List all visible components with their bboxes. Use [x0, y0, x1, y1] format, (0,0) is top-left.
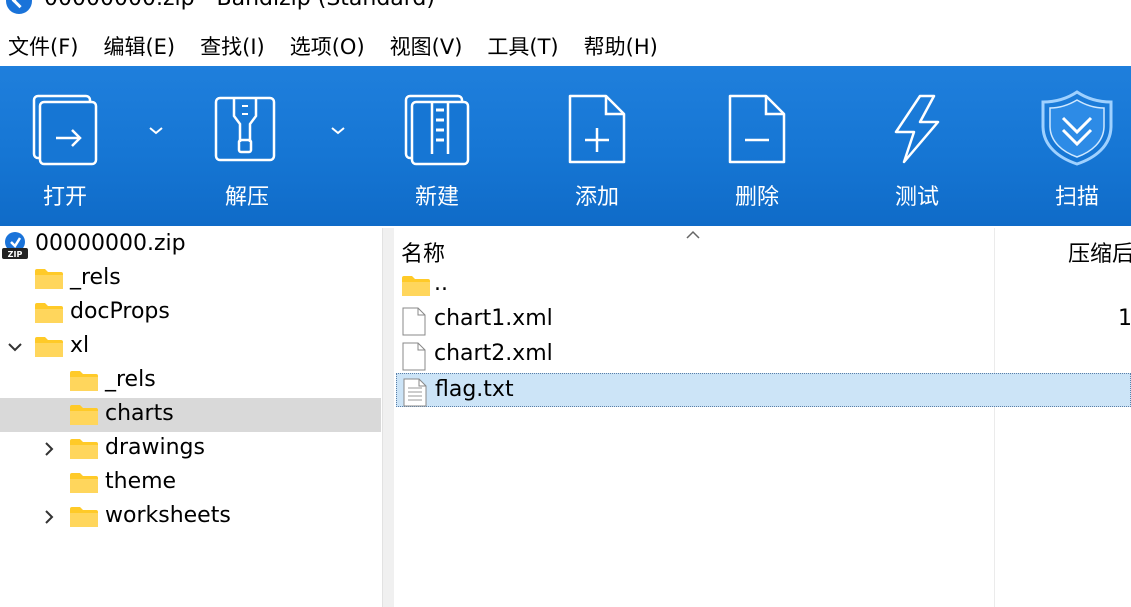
list-row-name: chart2.xml — [434, 341, 553, 366]
list-column-header: 名称 压缩后 — [394, 228, 1131, 268]
list-row-chart1[interactable]: chart1.xml 1 — [396, 303, 1131, 337]
column-packed-header[interactable]: 压缩后 — [1068, 236, 1131, 268]
text-file-icon — [403, 378, 427, 407]
menu-file[interactable]: 文件(F) — [0, 31, 86, 61]
folder-icon — [70, 405, 98, 425]
menu-help[interactable]: 帮助(H) — [576, 31, 666, 61]
menu-options[interactable]: 选项(O) — [282, 31, 373, 61]
bandizip-app-icon — [6, 0, 32, 14]
folder-icon — [35, 269, 63, 289]
extract-zip-icon — [214, 96, 276, 162]
toolbar: 打开 解压 新建 添加 删除 测试 扫描 — [0, 66, 1131, 226]
folder-icon — [70, 371, 98, 391]
folder-icon — [70, 439, 98, 459]
file-icon — [402, 342, 426, 371]
list-row-flag[interactable]: flag.txt — [396, 373, 1131, 407]
scan-button[interactable]: 扫描 — [1012, 66, 1131, 226]
expand-chevron-icon[interactable] — [40, 440, 58, 458]
menu-view[interactable]: 视图(V) — [382, 31, 471, 61]
add-file-icon — [568, 94, 626, 164]
column-name-header[interactable]: 名称 — [401, 236, 445, 268]
open-dropdown-chevron-icon[interactable] — [144, 118, 168, 142]
scan-label: 扫描 — [1054, 185, 1099, 210]
svg-text:ZIP: ZIP — [8, 250, 23, 259]
list-row-parent[interactable]: .. — [396, 268, 1131, 302]
folder-icon — [70, 507, 98, 527]
tree-root-label: 00000000.zip — [35, 231, 186, 256]
title-bar: 00000000.zip - Bandizip (Standard) — [0, 0, 1131, 22]
file-icon — [402, 307, 426, 336]
tree-item-xl[interactable]: xl — [0, 330, 382, 364]
tree-item-label: _rels — [70, 265, 121, 290]
open-label: 打开 — [42, 185, 87, 210]
zip-archive-icon: ZIP — [2, 232, 28, 259]
sort-ascending-icon — [686, 230, 700, 239]
new-archive-button[interactable]: 新建 — [372, 66, 502, 226]
tree-root-item[interactable]: ZIP 00000000.zip — [0, 228, 382, 262]
tree-item-theme[interactable]: theme — [0, 466, 382, 500]
extract-button[interactable]: 解压 — [182, 66, 312, 226]
tree-item-docprops[interactable]: docProps — [0, 296, 382, 330]
list-row-packed-size: 1 — [1118, 306, 1131, 331]
tree-item-drawings[interactable]: drawings — [0, 432, 382, 466]
expand-chevron-icon[interactable] — [40, 508, 58, 526]
add-label: 添加 — [574, 185, 619, 210]
tree-item-label: _rels — [105, 367, 156, 392]
shield-scan-icon — [1041, 90, 1113, 166]
list-row-name: .. — [434, 271, 448, 296]
tree-item-label: docProps — [70, 299, 170, 324]
open-button[interactable]: 打开 — [0, 66, 130, 226]
pane-splitter[interactable] — [382, 228, 394, 607]
lightning-test-icon — [894, 94, 940, 164]
list-row-name: flag.txt — [435, 377, 514, 402]
new-label: 新建 — [414, 185, 459, 210]
tree-item-label: worksheets — [105, 503, 231, 528]
folder-icon — [70, 473, 98, 493]
menu-tools[interactable]: 工具(T) — [479, 31, 566, 61]
list-row-chart2[interactable]: chart2.xml — [396, 338, 1131, 372]
menu-find[interactable]: 查找(I) — [192, 31, 273, 61]
tree-item-label: charts — [105, 401, 174, 426]
tree-item-rels[interactable]: _rels — [0, 262, 382, 296]
new-archive-icon — [404, 94, 470, 166]
delete-label: 删除 — [734, 185, 779, 210]
menu-edit[interactable]: 编辑(E) — [95, 31, 183, 61]
collapse-chevron-icon[interactable] — [6, 338, 24, 356]
tree-item-worksheets[interactable]: worksheets — [0, 500, 382, 534]
file-list: 名称 压缩后 .. chart1.xml 1 chart2.xml flag.t… — [394, 228, 1131, 607]
add-button[interactable]: 添加 — [532, 66, 662, 226]
delete-file-icon — [728, 94, 786, 164]
folder-icon — [35, 303, 63, 323]
list-row-name: chart1.xml — [434, 306, 553, 331]
folder-icon — [402, 276, 430, 296]
folder-icon — [35, 337, 63, 357]
test-button[interactable]: 测试 — [852, 66, 982, 226]
extract-label: 解压 — [224, 185, 269, 210]
tree-item-xl-rels[interactable]: _rels — [0, 364, 382, 398]
delete-button[interactable]: 删除 — [692, 66, 822, 226]
tree-item-label: xl — [70, 333, 90, 358]
open-archive-icon — [32, 94, 98, 166]
tree-item-label: theme — [105, 469, 177, 494]
tree-item-label: drawings — [105, 435, 205, 460]
menu-bar: 文件(F) 编辑(E) 查找(I) 选项(O) 视图(V) 工具(T) 帮助(H… — [0, 28, 1131, 64]
tree-item-charts[interactable]: charts — [0, 398, 381, 432]
extract-dropdown-chevron-icon[interactable] — [326, 118, 350, 142]
window-title: 00000000.zip - Bandizip (Standard) — [44, 0, 435, 11]
test-label: 测试 — [894, 185, 939, 210]
folder-tree: ZIP 00000000.zip _rels docProps xl _rels… — [0, 228, 382, 607]
